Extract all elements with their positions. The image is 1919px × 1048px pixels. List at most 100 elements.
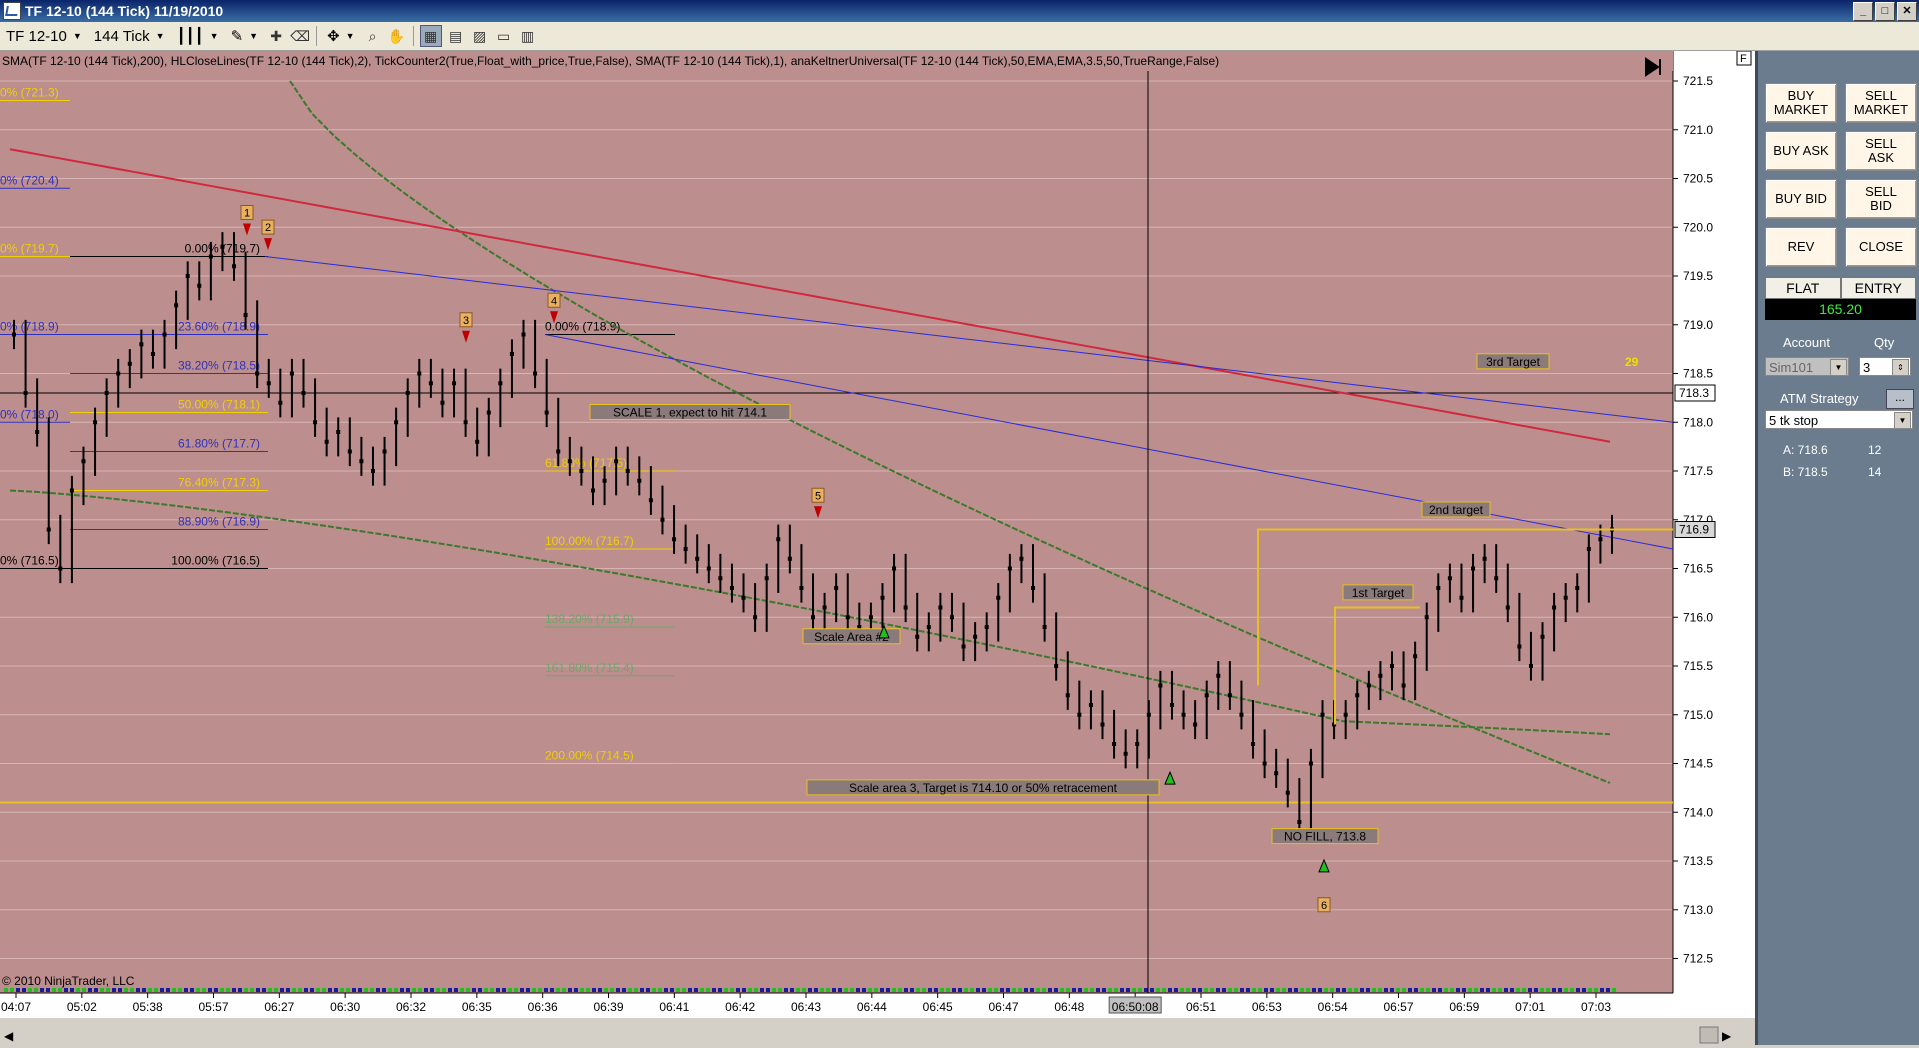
tick-volume-bar xyxy=(1504,988,1508,992)
price-bar-close xyxy=(1227,693,1232,698)
chart-trader-icon[interactable]: ▦ xyxy=(419,25,442,47)
alerts-icon[interactable]: ▭ xyxy=(494,26,514,46)
qty-value: 3 xyxy=(1863,360,1871,375)
minimize-button[interactable]: _ xyxy=(1853,2,1873,21)
price-bar-close xyxy=(602,478,607,483)
qty-stepper[interactable]: 3 ⇕ xyxy=(1859,357,1911,376)
tick-volume-bar xyxy=(1336,988,1340,992)
price-bar-close xyxy=(1424,615,1429,620)
sell-bid-button[interactable]: SELL BID xyxy=(1845,179,1917,219)
x-tick-label: 05:38 xyxy=(133,1000,163,1014)
price-bar-close xyxy=(1343,712,1348,717)
strategies-icon[interactable]: ▨ xyxy=(470,26,490,46)
close-position-button[interactable]: CLOSE xyxy=(1845,227,1917,267)
tick-volume-bar xyxy=(130,988,134,992)
interval-selector[interactable]: 144 Tick ▼ xyxy=(88,26,171,46)
tick-volume-bar xyxy=(1102,988,1106,992)
instrument-selector[interactable]: TF 12-10 ▼ xyxy=(0,26,88,46)
fib-level-label: 200.00% (714.5) xyxy=(545,749,634,763)
tick-volume-bar xyxy=(106,988,110,992)
tick-volume-bar xyxy=(1126,988,1130,992)
tick-volume-bar xyxy=(664,988,668,992)
tick-volume-bar xyxy=(1588,988,1592,992)
chart-canvas[interactable]: 721.5 721.0 720.5 720.0 719.5 719.0 718.5 718.0… xyxy=(0,51,1755,1018)
tick-volume-bar xyxy=(1582,988,1586,992)
price-bar-close xyxy=(359,459,364,464)
tick-volume-bar xyxy=(244,988,248,992)
tick-volume-bar xyxy=(1576,988,1580,992)
tick-volume-bar xyxy=(742,988,746,992)
data-box-icon[interactable]: ▤ xyxy=(446,26,466,46)
price-bar-close xyxy=(915,634,920,639)
price-bar-close xyxy=(1401,683,1406,688)
tick-volume-bar xyxy=(76,988,80,992)
sell-ask-button[interactable]: SELL ASK xyxy=(1845,131,1917,171)
tick-volume-bar xyxy=(112,988,116,992)
tick-volume-bar xyxy=(1492,988,1496,992)
tick-volume-bar xyxy=(760,988,764,992)
buy-market-button[interactable]: BUY MARKET xyxy=(1765,83,1837,123)
pan-icon[interactable]: ✋ xyxy=(387,26,407,46)
x-tick-label: 06:48 xyxy=(1054,1000,1084,1014)
price-bar-close xyxy=(648,498,653,503)
buy-ask-button[interactable]: BUY ASK xyxy=(1765,131,1837,171)
tick-volume-bar xyxy=(64,988,68,992)
tick-volume-bar xyxy=(478,988,482,992)
atm-strategy-select[interactable]: 5 tk stop ▼ xyxy=(1765,410,1913,429)
eraser-icon[interactable]: ⌫ xyxy=(290,26,310,46)
tick-volume-bar xyxy=(82,988,86,992)
annotation-label: 1st Target xyxy=(1352,586,1405,600)
tick-volume-bar xyxy=(448,988,452,992)
tick-volume-bar xyxy=(1240,988,1244,992)
tick-volume-bar xyxy=(928,988,932,992)
tick-volume-bar xyxy=(1060,988,1064,992)
price-chart[interactable]: 721.5 721.0 720.5 720.0 719.5 719.0 718.5 718.0… xyxy=(0,51,1755,1018)
tick-volume-bar xyxy=(1054,988,1058,992)
tick-volume-bar xyxy=(1324,988,1328,992)
account-select[interactable]: Sim101 ▼ xyxy=(1765,357,1849,376)
tick-volume-bar xyxy=(334,988,338,992)
price-axis-marker-label: 716.9 xyxy=(1679,523,1709,537)
tick-volume-bar xyxy=(1312,988,1316,992)
price-bar-close xyxy=(1135,742,1140,746)
tick-volume-bar xyxy=(898,988,902,992)
add-indicator-icon[interactable]: ✚ xyxy=(266,26,286,46)
bar-type-selector[interactable]: ┃┃┃ ▼ xyxy=(171,26,225,46)
toolbar-separator xyxy=(412,26,414,46)
tick-volume-bar xyxy=(214,988,218,992)
x-tick-label: 06:36 xyxy=(528,1000,558,1014)
price-bar-close xyxy=(174,303,179,308)
buy-bid-button[interactable]: BUY BID xyxy=(1765,179,1837,219)
tick-volume-bar xyxy=(316,988,320,992)
tick-volume-bar xyxy=(172,988,176,992)
tick-volume-bar xyxy=(1180,988,1184,992)
drawing-tool-selector[interactable]: ✎ ▼ xyxy=(225,26,265,46)
tick-volume-bar xyxy=(1222,988,1226,992)
close-window-button[interactable]: ✕ xyxy=(1897,2,1917,21)
price-bar-close xyxy=(197,283,202,288)
y-tick-label: 719.0 xyxy=(1683,318,1713,332)
atm-options-button[interactable]: ... xyxy=(1886,389,1914,409)
zoom-icon[interactable]: ⌕ xyxy=(363,26,383,46)
horizontal-scrollbar[interactable]: ◀ ▶ xyxy=(0,1025,1755,1045)
account-value: Sim101 xyxy=(1769,360,1814,375)
price-bar-close xyxy=(637,478,642,483)
tick-volume-bar xyxy=(40,988,44,992)
tick-volume-bar xyxy=(658,988,662,992)
crosshair-selector[interactable]: ✥ ▼ xyxy=(321,26,361,46)
price-bar-close xyxy=(706,566,711,571)
maximize-button[interactable]: □ xyxy=(1875,2,1895,21)
price-bar-close xyxy=(1297,820,1302,824)
tick-volume-bar xyxy=(1552,988,1556,992)
tick-volume-bar xyxy=(628,988,632,992)
tick-volume-bar xyxy=(1228,988,1232,992)
tick-volume-bar xyxy=(70,988,74,992)
reverse-button[interactable]: REV xyxy=(1765,227,1837,267)
price-bar-close xyxy=(336,430,341,434)
properties-icon[interactable]: ▥ xyxy=(518,26,538,46)
fib-level-label: 0% (718.0) xyxy=(0,407,59,421)
svg-text:▶: ▶ xyxy=(1722,1029,1732,1043)
tick-volume-bar xyxy=(796,988,800,992)
price-bar-close xyxy=(1193,722,1198,727)
sell-market-button[interactable]: SELL MARKET xyxy=(1845,83,1917,123)
